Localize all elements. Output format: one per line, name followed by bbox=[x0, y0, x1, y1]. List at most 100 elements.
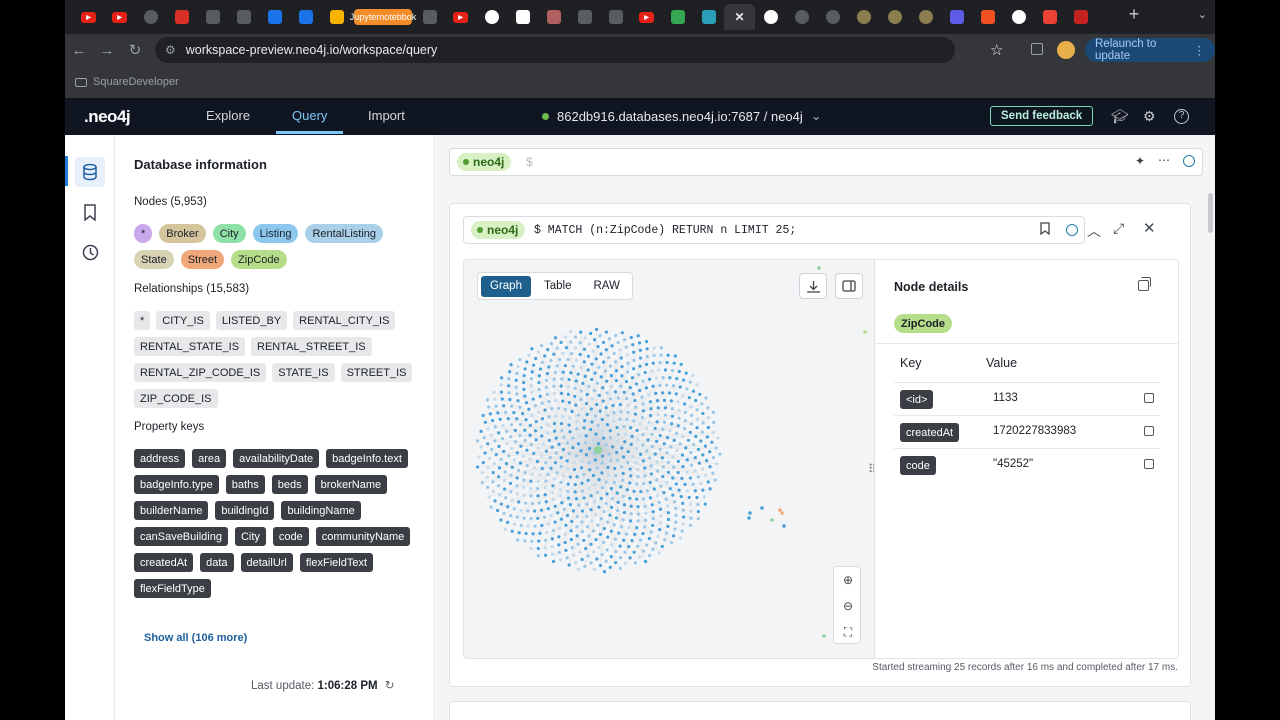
property-key[interactable]: createdAt bbox=[900, 423, 960, 442]
graph-node[interactable] bbox=[491, 470, 495, 475]
graph-node[interactable] bbox=[571, 446, 575, 450]
graph-node[interactable] bbox=[573, 482, 577, 487]
graph-node[interactable] bbox=[632, 550, 636, 554]
graph-node[interactable] bbox=[638, 422, 643, 426]
graph-node[interactable] bbox=[619, 384, 623, 388]
graph-node[interactable] bbox=[703, 502, 707, 506]
graph-node[interactable] bbox=[632, 419, 636, 423]
graph-node[interactable] bbox=[657, 368, 661, 372]
graph-node[interactable] bbox=[552, 352, 556, 356]
graph-node[interactable] bbox=[579, 366, 583, 370]
property-key-chip[interactable]: address bbox=[134, 449, 186, 468]
browser-tab[interactable] bbox=[135, 4, 166, 30]
graph-node[interactable] bbox=[673, 527, 677, 531]
graph-node[interactable] bbox=[641, 432, 645, 437]
graph-node[interactable] bbox=[559, 480, 563, 485]
graph-node[interactable] bbox=[566, 385, 570, 389]
graph-node[interactable] bbox=[694, 398, 698, 403]
graph-node[interactable] bbox=[606, 473, 610, 478]
graph-node[interactable] bbox=[574, 497, 579, 501]
graph-node[interactable] bbox=[550, 537, 554, 541]
graph-node[interactable] bbox=[505, 442, 509, 446]
graph-node[interactable] bbox=[639, 538, 643, 542]
graph-node[interactable] bbox=[498, 417, 502, 421]
graph-node[interactable] bbox=[644, 511, 648, 515]
graph-node[interactable] bbox=[583, 564, 587, 568]
graph-node[interactable] bbox=[641, 409, 645, 413]
graph-node[interactable] bbox=[647, 377, 652, 381]
graph-node[interactable] bbox=[614, 360, 618, 364]
graph-node[interactable] bbox=[690, 413, 694, 417]
graph-node[interactable] bbox=[569, 529, 573, 533]
browser-tab[interactable] bbox=[1065, 4, 1096, 30]
graph-node[interactable] bbox=[619, 410, 623, 414]
graph-node[interactable] bbox=[645, 347, 649, 351]
graph-node[interactable] bbox=[503, 487, 507, 491]
graph-node[interactable] bbox=[614, 561, 618, 565]
graph-node[interactable] bbox=[592, 529, 596, 533]
graph-node[interactable] bbox=[565, 441, 570, 445]
graph-node[interactable] bbox=[650, 444, 654, 449]
graph-node[interactable] bbox=[497, 466, 502, 470]
graph-node[interactable] bbox=[559, 340, 563, 344]
graph-node[interactable] bbox=[600, 417, 604, 422]
graph-node[interactable] bbox=[502, 404, 506, 408]
profile-avatar[interactable] bbox=[1057, 41, 1075, 59]
graph-node[interactable] bbox=[651, 384, 655, 388]
graph-node[interactable] bbox=[684, 446, 688, 450]
graph-node[interactable] bbox=[688, 380, 692, 384]
graph-node[interactable] bbox=[503, 527, 507, 531]
graph-node[interactable] bbox=[534, 356, 538, 361]
graph-node[interactable] bbox=[609, 486, 614, 491]
graph-node[interactable] bbox=[594, 537, 598, 542]
graph-node[interactable] bbox=[618, 544, 622, 548]
graph-node[interactable] bbox=[632, 358, 636, 362]
graph-node[interactable] bbox=[523, 394, 527, 398]
graph-node[interactable] bbox=[641, 443, 645, 447]
graph-node[interactable] bbox=[628, 556, 632, 560]
graph-node[interactable] bbox=[616, 500, 620, 504]
relationship-chip[interactable]: RENTAL_STATE_IS bbox=[134, 337, 246, 356]
graph-node[interactable] bbox=[602, 540, 606, 545]
graph-node[interactable] bbox=[504, 410, 508, 414]
graph-node[interactable] bbox=[592, 483, 597, 487]
graph-node[interactable] bbox=[649, 464, 653, 468]
graph-node[interactable] bbox=[555, 471, 559, 475]
zoom-in-icon[interactable]: ⊕ bbox=[834, 567, 862, 593]
graph-node[interactable] bbox=[529, 377, 534, 381]
graph-node[interactable] bbox=[626, 403, 630, 407]
browser-tab[interactable] bbox=[197, 4, 228, 30]
graph-node[interactable] bbox=[546, 507, 550, 511]
graph-node[interactable] bbox=[643, 466, 647, 470]
graph-node[interactable] bbox=[589, 427, 593, 432]
graph-node[interactable] bbox=[661, 474, 665, 479]
graph-node[interactable] bbox=[634, 460, 638, 465]
graph-node[interactable] bbox=[614, 474, 618, 478]
graph-node[interactable] bbox=[605, 422, 610, 427]
graph-node[interactable] bbox=[590, 377, 594, 382]
graph-node[interactable] bbox=[614, 516, 619, 520]
graph-node[interactable] bbox=[567, 377, 571, 382]
save-bookmark-icon[interactable] bbox=[1040, 222, 1050, 238]
graph-node[interactable] bbox=[651, 361, 655, 365]
graph-node[interactable] bbox=[644, 339, 649, 344]
graph-node[interactable] bbox=[487, 405, 491, 409]
graph-node[interactable] bbox=[645, 449, 649, 453]
graph-node[interactable] bbox=[673, 354, 677, 358]
graph-node[interactable] bbox=[680, 476, 684, 480]
graph-node[interactable] bbox=[638, 348, 642, 352]
graph-node[interactable] bbox=[594, 512, 598, 517]
graph-node[interactable] bbox=[508, 397, 512, 402]
graph-node[interactable] bbox=[595, 381, 600, 385]
more-options-icon[interactable]: ⋯ bbox=[1158, 153, 1170, 167]
graph-node[interactable] bbox=[579, 397, 583, 401]
graph-node[interactable] bbox=[597, 393, 601, 397]
run-query-icon[interactable] bbox=[1183, 155, 1195, 167]
graph-node[interactable] bbox=[552, 384, 556, 388]
graph-node[interactable] bbox=[559, 517, 564, 521]
graph-node[interactable] bbox=[615, 458, 620, 462]
graph-node[interactable] bbox=[600, 461, 604, 465]
copy-node-icon[interactable] bbox=[1138, 277, 1151, 291]
graph-node[interactable] bbox=[513, 428, 517, 432]
graph-node[interactable] bbox=[479, 429, 483, 433]
